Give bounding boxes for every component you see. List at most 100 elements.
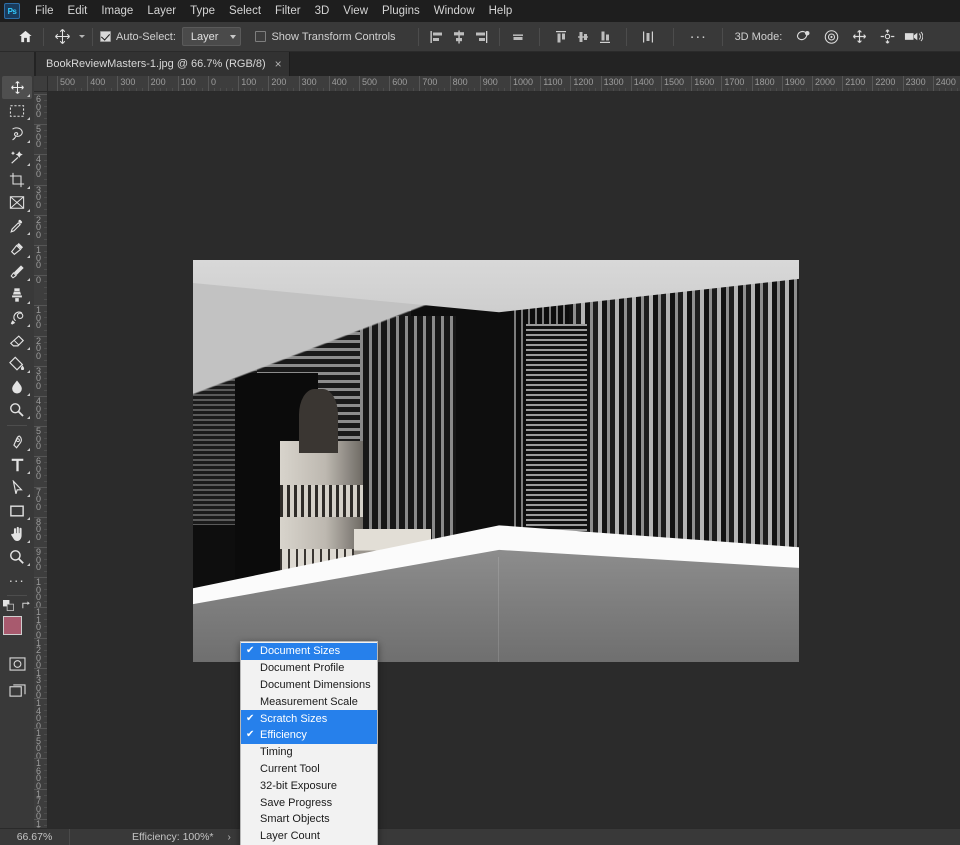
zoom-level-field[interactable]: 66.67%: [0, 829, 70, 845]
ruler-minor-tick: [395, 88, 396, 91]
edit-toolbar-more-icon[interactable]: ...: [2, 568, 32, 591]
status-expand-arrow-icon[interactable]: ›: [228, 832, 231, 843]
context-menu-item[interactable]: Document Dimensions: [241, 677, 377, 694]
menu-filter[interactable]: Filter: [268, 3, 308, 19]
ruler-label: 1200: [570, 77, 593, 87]
more-options-icon[interactable]: ...: [688, 26, 710, 48]
align-right-edges-icon[interactable]: [470, 26, 492, 48]
pen-tool[interactable]: [2, 430, 32, 453]
screen-mode-icon[interactable]: [2, 679, 32, 702]
layer-select-dropdown[interactable]: Layer: [182, 27, 242, 46]
context-menu-item[interactable]: ✔Efficiency: [241, 727, 377, 744]
brush-tool[interactable]: [2, 260, 32, 283]
frame-tool[interactable]: [2, 191, 32, 214]
hand-tool[interactable]: [2, 522, 32, 545]
distribute-vertical-centers-icon[interactable]: [572, 26, 594, 48]
gradient-tool[interactable]: [2, 352, 32, 375]
distribute-top-edges-icon[interactable]: [550, 26, 572, 48]
quick-mask-icon[interactable]: [2, 652, 32, 675]
photoshop-window: Ps File Edit Image Layer Type Select Fil…: [0, 0, 960, 845]
clone-stamp-tool[interactable]: [2, 283, 32, 306]
orbit-3d-icon[interactable]: [792, 26, 814, 48]
menu-select[interactable]: Select: [222, 3, 268, 19]
rectangular-marquee-tool[interactable]: [2, 99, 32, 122]
eraser-tool[interactable]: [2, 329, 32, 352]
menu-plugins[interactable]: Plugins: [375, 3, 427, 19]
distribute-bottom-edges-icon[interactable]: [594, 26, 616, 48]
context-menu-item[interactable]: ✔Scratch Sizes: [241, 710, 377, 727]
roll-3d-icon[interactable]: [820, 26, 842, 48]
distribute-horizontal-icon[interactable]: [637, 26, 659, 48]
align-left-edges-icon[interactable]: [426, 26, 448, 48]
ruler-label: 500: [359, 77, 377, 87]
zoom-3d-camera-icon[interactable]: [902, 26, 924, 48]
move-tool[interactable]: [2, 76, 32, 99]
menu-edit[interactable]: Edit: [61, 3, 95, 19]
menu-3d[interactable]: 3D: [308, 3, 337, 19]
canvas-area[interactable]: [48, 92, 960, 828]
document-image[interactable]: [193, 260, 799, 662]
document-tab-bookreviewmasters[interactable]: BookReviewMasters-1.jpg @ 66.7% (RGB/8) …: [36, 52, 290, 76]
color-swatches[interactable]: [2, 616, 32, 646]
photoshop-logo-icon: Ps: [4, 3, 20, 19]
menu-file[interactable]: File: [28, 3, 61, 19]
ruler-minor-tick: [244, 88, 245, 91]
dodge-tool[interactable]: [2, 398, 32, 421]
ruler-minor-tick: [401, 88, 402, 91]
tools-panel: ...: [0, 52, 34, 845]
move-tool-icon[interactable]: [51, 26, 73, 48]
ruler-minor-tick: [377, 88, 378, 91]
ruler-minor-tick: [44, 825, 47, 826]
menu-type[interactable]: Type: [183, 3, 222, 19]
menu-layer[interactable]: Layer: [140, 3, 183, 19]
menu-image[interactable]: Image: [94, 3, 140, 19]
type-tool[interactable]: [2, 453, 32, 476]
auto-select-checkbox[interactable]: [100, 31, 111, 42]
ruler-minor-tick: [830, 88, 831, 91]
ruler-minor-tick: [492, 88, 493, 91]
context-menu-item[interactable]: Measurement Scale: [241, 693, 377, 710]
default-colors-icon[interactable]: [3, 598, 14, 616]
vertical-ruler[interactable]: 6005004003002001000100200300400500600700…: [34, 92, 48, 828]
swap-colors-icon[interactable]: [21, 598, 32, 616]
menu-view[interactable]: View: [336, 3, 375, 19]
context-menu-item[interactable]: Save Progress: [241, 794, 377, 811]
align-top-edges-icon[interactable]: [507, 26, 529, 48]
crop-tool[interactable]: [2, 168, 32, 191]
rectangle-tool[interactable]: [2, 499, 32, 522]
ruler-minor-tick: [438, 88, 439, 91]
blur-tool[interactable]: [2, 375, 32, 398]
path-selection-tool[interactable]: [2, 476, 32, 499]
show-transform-controls-checkbox[interactable]: [255, 31, 266, 42]
context-menu-item[interactable]: Layer Count: [241, 828, 377, 845]
status-bar-context-menu[interactable]: ✔Document SizesDocument ProfileDocument …: [240, 641, 378, 845]
ruler-minor-tick: [44, 644, 47, 645]
context-menu-item[interactable]: Document Profile: [241, 660, 377, 677]
horizontal-ruler[interactable]: 5004003002001000100200300400500600700800…: [48, 76, 960, 92]
status-info-text[interactable]: Efficiency: 100%*: [70, 831, 214, 843]
menu-help[interactable]: Help: [482, 3, 520, 19]
slide-3d-icon[interactable]: [876, 26, 898, 48]
home-icon[interactable]: [14, 26, 36, 48]
tool-preset-chevron-down-icon[interactable]: [79, 35, 85, 38]
pan-3d-icon[interactable]: [848, 26, 870, 48]
context-menu-item[interactable]: ✔Document Sizes: [241, 643, 377, 660]
menu-window[interactable]: Window: [427, 3, 482, 19]
spot-healing-brush-tool[interactable]: [2, 237, 32, 260]
zoom-tool[interactable]: [2, 545, 32, 568]
foreground-color-swatch[interactable]: [3, 616, 22, 635]
lasso-tool[interactable]: [2, 122, 32, 145]
history-brush-tool[interactable]: [2, 306, 32, 329]
context-menu-item[interactable]: 32-bit Exposure: [241, 777, 377, 794]
context-menu-item[interactable]: Timing: [241, 744, 377, 761]
context-menu-item[interactable]: Smart Objects: [241, 811, 377, 828]
ruler-minor-tick: [44, 499, 47, 500]
object-selection-tool[interactable]: [2, 145, 32, 168]
context-menu-item[interactable]: Current Tool: [241, 761, 377, 778]
ruler-origin-corner[interactable]: [34, 76, 48, 92]
ruler-minor-tick: [945, 88, 946, 91]
align-horizontal-centers-icon[interactable]: [448, 26, 470, 48]
eyedropper-tool[interactable]: [2, 214, 32, 237]
close-icon[interactable]: ×: [275, 58, 282, 70]
ruler-minor-tick: [250, 88, 251, 91]
